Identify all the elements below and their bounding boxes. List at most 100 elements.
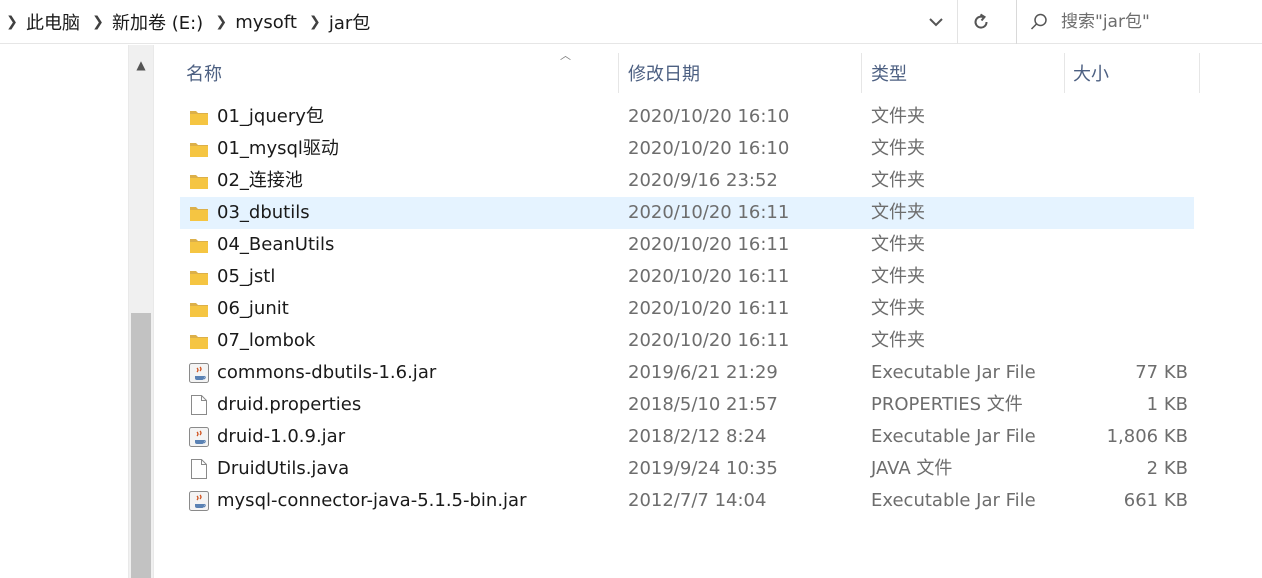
folder-icon — [188, 202, 210, 224]
file-date-modified: 2020/9/16 23:52 — [628, 170, 778, 191]
file-type: 文件夹 — [871, 138, 925, 159]
breadcrumb: ❯ 此电脑 ❯ 新加卷 (E:) ❯ mysoft ❯ jar包 — [0, 0, 376, 44]
chevron-down-icon — [929, 18, 943, 27]
file-row[interactable]: 01_jquery包 2020/10/20 16:10 文件夹 — [180, 101, 1194, 133]
breadcrumb-jar-folder[interactable]: jar包 — [327, 9, 376, 35]
file-row[interactable]: 02_连接池 2020/9/16 23:52 文件夹 — [180, 165, 1194, 197]
column-divider[interactable] — [1199, 53, 1200, 93]
file-type: JAVA 文件 — [871, 458, 953, 479]
file-name: DruidUtils.java — [217, 458, 350, 479]
file-name: 07_lombok — [217, 330, 316, 351]
file-date-modified: 2020/10/20 16:11 — [628, 330, 790, 351]
file-type: 文件夹 — [871, 234, 925, 255]
scroll-up-arrow-icon[interactable]: ▲ — [129, 45, 153, 85]
folder-icon — [188, 106, 210, 128]
file-list: 01_jquery包 2020/10/20 16:10 文件夹 01_mysql驱动 2… — [180, 101, 1194, 517]
file-name: druid.properties — [217, 394, 362, 415]
file-date-modified: 2020/10/20 16:10 — [628, 106, 790, 127]
folder-icon — [188, 298, 210, 320]
file-type: 文件夹 — [871, 330, 925, 351]
folder-icon — [188, 234, 210, 256]
chevron-right-icon[interactable]: ❯ — [209, 14, 233, 30]
file-name: 05_jstl — [217, 266, 276, 287]
folder-icon — [188, 170, 210, 192]
file-name: 04_BeanUtils — [217, 234, 335, 255]
file-size: 77 KB — [1135, 362, 1188, 383]
file-size: 2 KB — [1146, 458, 1188, 479]
refresh-icon — [974, 13, 988, 29]
file-type: Executable Jar File — [871, 362, 1036, 383]
file-date-modified: 2018/5/10 21:57 — [628, 394, 778, 415]
file-row[interactable]: druid.properties 2018/5/10 21:57 PROPERTIE… — [180, 389, 1194, 421]
file-name: 06_junit — [217, 298, 289, 319]
file-row[interactable]: 06_junit 2020/10/20 16:11 文件夹 — [180, 293, 1194, 325]
column-header-type[interactable]: 类型 — [863, 45, 1063, 101]
folder-icon — [188, 138, 210, 160]
file-name: commons-dbutils-1.6.jar — [217, 362, 437, 383]
file-name: mysql-connector-java-5.1.5-bin.jar — [217, 490, 527, 511]
file-row[interactable]: 07_lombok 2020/10/20 16:11 文件夹 — [180, 325, 1194, 357]
file-size: 1,806 KB — [1106, 426, 1188, 447]
file-name: 02_连接池 — [217, 170, 303, 191]
file-row[interactable]: commons-dbutils-1.6.jar 2019/6/21 21:29 Ex… — [180, 357, 1194, 389]
file-date-modified: 2020/10/20 16:10 — [628, 138, 790, 159]
address-bar: ❯ 此电脑 ❯ 新加卷 (E:) ❯ mysoft ❯ jar包 — [0, 0, 1262, 44]
blank-file-icon — [188, 394, 210, 416]
folder-icon — [188, 330, 210, 352]
file-name: 03_dbutils — [217, 202, 310, 223]
recent-locations-button[interactable] — [915, 0, 957, 44]
breadcrumb-mysoft[interactable]: mysoft — [233, 12, 303, 33]
jar-file-icon — [188, 490, 210, 512]
file-type: PROPERTIES 文件 — [871, 394, 1023, 415]
file-type: 文件夹 — [871, 170, 925, 191]
column-header-name-label: 名称 — [186, 64, 222, 85]
chevron-right-icon[interactable]: ❯ — [86, 14, 110, 30]
file-type: 文件夹 — [871, 298, 925, 319]
file-row[interactable]: druid-1.0.9.jar 2018/2/12 8:24 Executable … — [180, 421, 1194, 453]
refresh-button[interactable] — [958, 0, 1004, 44]
chevron-right-icon[interactable]: ❯ — [0, 14, 24, 30]
file-row[interactable]: 04_BeanUtils 2020/10/20 16:11 文件夹 — [180, 229, 1194, 261]
file-name: 01_mysql驱动 — [217, 138, 339, 159]
file-date-modified: 2019/6/21 21:29 — [628, 362, 778, 383]
jar-file-icon — [188, 426, 210, 448]
file-type: Executable Jar File — [871, 490, 1036, 511]
file-row[interactable]: mysql-connector-java-5.1.5-bin.jar 2012/7… — [180, 485, 1194, 517]
file-name: druid-1.0.9.jar — [217, 426, 346, 447]
column-divider[interactable] — [861, 53, 862, 93]
column-header-row: ︿ 名称 修改日期 类型 大小 — [170, 45, 1210, 101]
file-date-modified: 2012/7/7 14:04 — [628, 490, 767, 511]
file-date-modified: 2020/10/20 16:11 — [628, 266, 790, 287]
file-date-modified: 2020/10/20 16:11 — [628, 298, 790, 319]
nav-pane-scrollbar[interactable]: ▲ — [128, 45, 154, 578]
jar-file-icon — [188, 362, 210, 384]
file-date-modified: 2020/10/20 16:11 — [628, 234, 790, 255]
file-row[interactable]: 03_dbutils 2020/10/20 16:11 文件夹 — [180, 197, 1194, 229]
file-type: Executable Jar File — [871, 426, 1036, 447]
file-date-modified: 2018/2/12 8:24 — [628, 426, 767, 447]
file-name: 01_jquery包 — [217, 106, 324, 127]
file-size: 1 KB — [1146, 394, 1188, 415]
column-header-date-label: 修改日期 — [628, 64, 700, 85]
search-box[interactable] — [1016, 0, 1262, 44]
column-header-name[interactable]: 名称 — [178, 45, 618, 101]
chevron-right-icon[interactable]: ❯ — [303, 14, 327, 30]
file-row[interactable]: DruidUtils.java 2019/9/24 10:35 JAVA 文件 2 K… — [180, 453, 1194, 485]
file-size: 661 KB — [1123, 490, 1188, 511]
file-type: 文件夹 — [871, 202, 925, 223]
folder-icon — [188, 266, 210, 288]
file-date-modified: 2019/9/24 10:35 — [628, 458, 778, 479]
search-input[interactable] — [1061, 12, 1251, 32]
column-header-size[interactable]: 大小 — [1065, 45, 1199, 101]
file-row[interactable]: 01_mysql驱动 2020/10/20 16:10 文件夹 — [180, 133, 1194, 165]
file-row[interactable]: 05_jstl 2020/10/20 16:11 文件夹 — [180, 261, 1194, 293]
column-header-type-label: 类型 — [871, 64, 907, 85]
scrollbar-thumb[interactable] — [131, 313, 151, 578]
search-icon — [1017, 12, 1061, 32]
breadcrumb-drive-e[interactable]: 新加卷 (E:) — [110, 9, 209, 35]
breadcrumb-this-pc[interactable]: 此电脑 — [24, 9, 86, 35]
column-divider[interactable] — [618, 53, 619, 93]
column-header-date[interactable]: 修改日期 — [620, 45, 860, 101]
file-type: 文件夹 — [871, 106, 925, 127]
file-date-modified: 2020/10/20 16:11 — [628, 202, 790, 223]
